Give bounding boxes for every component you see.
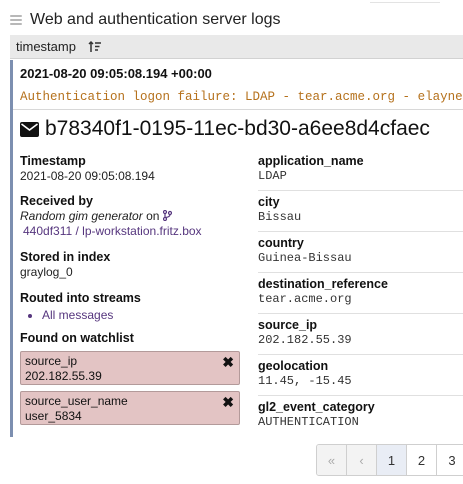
divider (258, 272, 463, 273)
message-text: Authentication logon failure: LDAP - tea… (20, 90, 463, 104)
widget-title: Web and authentication server logs (30, 11, 281, 28)
streams-label: Routed into streams (20, 291, 141, 305)
divider (258, 313, 463, 314)
stream-link[interactable]: All messages (42, 308, 141, 323)
divider (13, 109, 463, 110)
envelope-icon (20, 121, 39, 137)
table-header: timestamp (10, 35, 463, 59)
watchlist-field-value: user_5834 (25, 409, 82, 423)
previous-page-button[interactable]: ‹ (347, 445, 377, 475)
field-value: 202.182.55.39 (258, 333, 352, 347)
stream-list: All messages (20, 308, 141, 323)
page-button-2[interactable]: 2 (407, 445, 437, 475)
field-destination-reference: destination_reference tear.acme.org (258, 277, 463, 307)
received-node-link[interactable]: 440df311 / lp-workstation.fritz.box (20, 224, 248, 239)
hamburger-icon[interactable] (10, 14, 22, 26)
field-value: Bissau (258, 210, 302, 224)
field-name[interactable]: geolocation (258, 359, 463, 374)
field-name[interactable]: city (258, 195, 463, 210)
field-country: country Guinea-Bissau (258, 236, 463, 266)
field-application-name: application_name LDAP (258, 154, 463, 184)
field-city: city Bissau (258, 195, 463, 225)
field-value: 11.45, -15.45 (258, 374, 352, 388)
divider (258, 395, 463, 396)
timestamp-label: Timestamp (20, 154, 86, 168)
received-by-field: Received by Random gim generator on 440d… (20, 194, 248, 239)
widget-header: Web and authentication server logs (10, 9, 281, 31)
field-value: tear.acme.org (258, 292, 352, 306)
field-name[interactable]: gl2_event_category (258, 400, 463, 415)
divider (258, 231, 463, 232)
watchlist-field-name: source_user_name (25, 394, 128, 408)
watchlist-label: Found on watchlist (20, 331, 134, 345)
watchlist-field-value: 202.182.55.39 (25, 369, 102, 383)
pagination: « ‹ 1 2 3 (316, 444, 463, 476)
streams-field: Routed into streams All messages (20, 291, 141, 323)
watchlist-item: source_user_name user_5834 ✖ (20, 391, 240, 425)
field-name[interactable]: country (258, 236, 463, 251)
message-id: b78340f1-0195-11ec-bd30-a6ee8d4cfaec (45, 117, 430, 140)
watchlist-item: source_ip 202.182.55.39 ✖ (20, 351, 240, 385)
field-value: LDAP (258, 169, 287, 183)
first-page-button[interactable]: « (317, 445, 347, 475)
close-icon[interactable]: ✖ (222, 354, 234, 371)
top-divider (370, 0, 440, 3)
close-icon[interactable]: ✖ (222, 394, 234, 411)
stored-index-label: Stored in index (20, 250, 111, 264)
received-input: Random gim generator (20, 209, 143, 223)
page-button-3[interactable]: 3 (437, 445, 463, 475)
sort-descending-icon[interactable] (88, 40, 102, 54)
stored-index-value: graylog_0 (20, 265, 73, 279)
field-source-ip: source_ip 202.182.55.39 (258, 318, 463, 348)
field-value: Guinea-Bissau (258, 251, 352, 265)
message-row[interactable]: 2021-08-20 09:05:08.194 +00:00 Authentic… (10, 60, 463, 437)
field-gl2-event-category: gl2_event_category AUTHENTICATION (258, 400, 463, 430)
received-by-label: Received by (20, 194, 93, 208)
field-geolocation: geolocation 11.45, -15.45 (258, 359, 463, 389)
field-value: AUTHENTICATION (258, 415, 359, 429)
divider (258, 190, 463, 191)
message-id-title: b78340f1-0195-11ec-bd30-a6ee8d4cfaec (20, 115, 430, 143)
stored-index-field: Stored in index graylog_0 (20, 250, 110, 280)
field-name[interactable]: source_ip (258, 318, 463, 333)
field-name[interactable]: destination_reference (258, 277, 463, 292)
timestamp-value: 2021-08-20 09:05:08.194 (20, 169, 155, 183)
watchlist-field-name: source_ip (25, 354, 78, 368)
message-timestamp: 2021-08-20 09:05:08.194 +00:00 (20, 66, 212, 81)
watchlist-field: Found on watchlist (20, 331, 134, 346)
divider (258, 354, 463, 355)
received-on-text: on (146, 209, 160, 223)
page-button-1[interactable]: 1 (377, 445, 407, 475)
timestamp-field: Timestamp 2021-08-20 09:05:08.194 (20, 154, 155, 184)
branch-icon (162, 210, 172, 221)
field-name[interactable]: application_name (258, 154, 463, 169)
column-header-timestamp[interactable]: timestamp (16, 39, 76, 54)
